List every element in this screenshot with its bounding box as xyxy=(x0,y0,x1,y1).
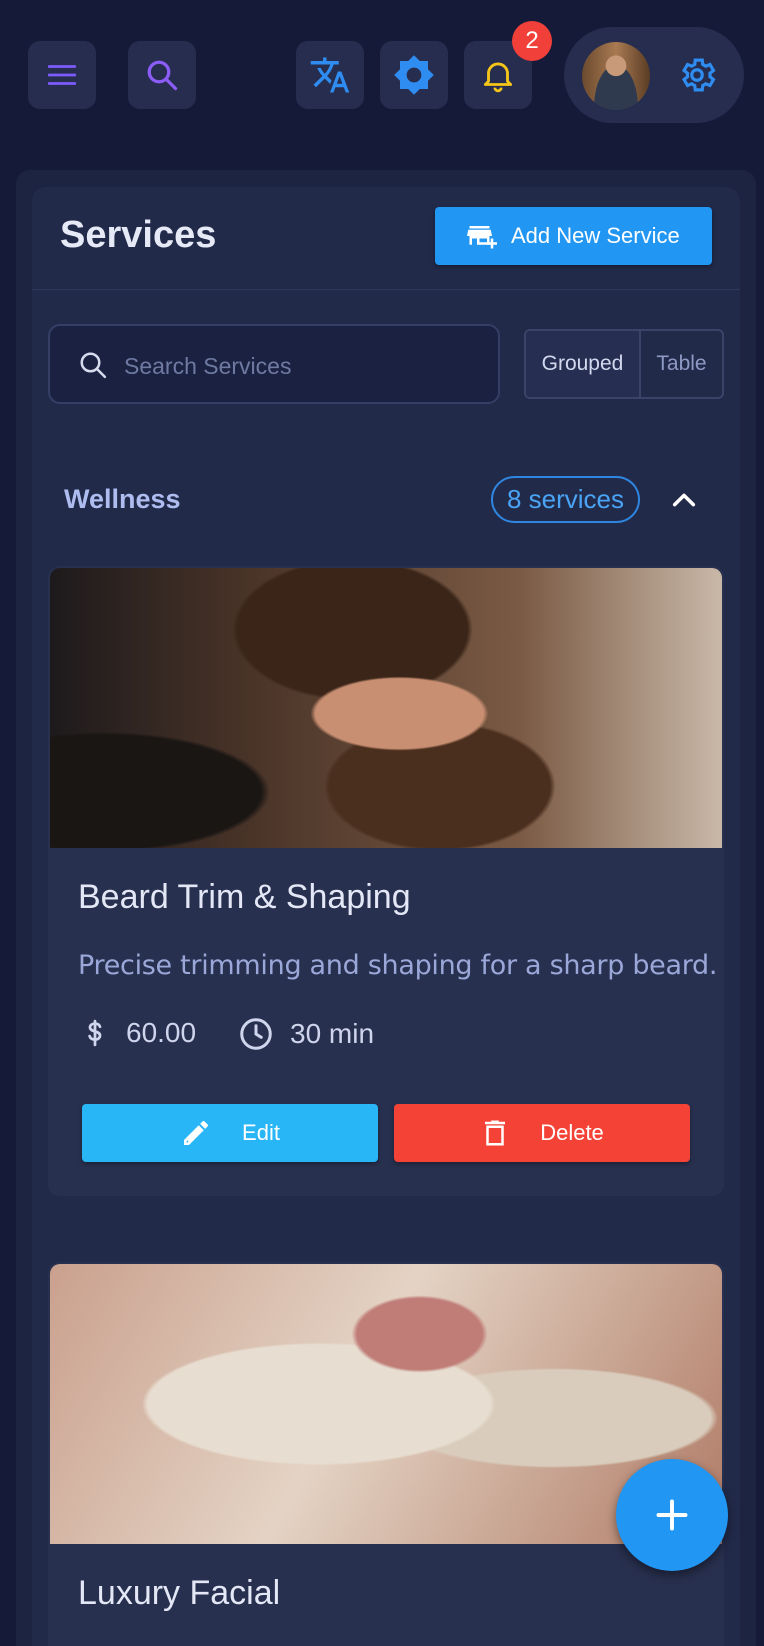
service-duration-value: 30 min xyxy=(290,1018,375,1049)
service-price-value: 60.00 xyxy=(126,1017,197,1048)
menu-icon xyxy=(47,65,77,85)
notification-count-badge: 2 xyxy=(512,21,552,61)
clock-icon xyxy=(240,1018,272,1050)
search-button[interactable] xyxy=(128,41,196,109)
service-image xyxy=(50,568,722,848)
category-title: Wellness xyxy=(64,484,181,514)
add-new-service-label: Add New Service xyxy=(511,223,680,248)
settings-button[interactable] xyxy=(670,48,724,102)
brightness-icon xyxy=(394,55,434,95)
delete-label: Delete xyxy=(540,1120,604,1145)
search-services-field[interactable] xyxy=(48,324,500,404)
search-icon xyxy=(80,352,107,379)
service-card: Beard Trim & Shaping Precise trimming an… xyxy=(48,566,724,1196)
header-divider xyxy=(32,289,740,290)
service-card: Luxury Facial xyxy=(48,1262,724,1646)
add-new-service-button[interactable]: Add New Service xyxy=(435,207,712,265)
chevron-up-icon xyxy=(672,493,696,507)
service-price: 60.00 xyxy=(80,1016,196,1050)
search-icon xyxy=(147,60,178,91)
translate-button[interactable] xyxy=(296,41,364,109)
pencil-icon xyxy=(184,1120,209,1145)
theme-toggle-button[interactable] xyxy=(380,41,448,109)
delete-service-button[interactable]: Delete xyxy=(394,1104,690,1162)
edit-service-button[interactable]: Edit xyxy=(82,1104,378,1162)
menu-button[interactable] xyxy=(28,41,96,109)
edit-label: Edit xyxy=(242,1120,280,1145)
gear-icon xyxy=(682,58,716,92)
page-title: Services xyxy=(60,214,217,256)
add-service-fab[interactable] xyxy=(616,1459,728,1571)
translate-icon xyxy=(310,57,350,93)
top-bar: 2 xyxy=(0,0,764,150)
add-store-icon xyxy=(467,226,497,249)
service-count-badge: 8 services xyxy=(491,476,640,523)
avatar[interactable] xyxy=(582,42,650,110)
service-name: Beard Trim & Shaping xyxy=(78,878,411,916)
view-option-grouped[interactable]: Grouped xyxy=(526,331,641,397)
collapse-category-button[interactable] xyxy=(666,482,702,518)
service-duration: 30 min xyxy=(238,1016,374,1052)
service-name: Luxury Facial xyxy=(78,1574,281,1612)
search-services-input[interactable] xyxy=(124,348,464,384)
view-toggle: Grouped Table xyxy=(524,329,724,399)
dollar-icon xyxy=(88,1019,102,1047)
view-option-table[interactable]: Table xyxy=(641,331,722,397)
trash-icon xyxy=(485,1120,506,1146)
service-description: Precise trimming and shaping for a sharp… xyxy=(78,950,718,981)
plus-icon xyxy=(656,1499,688,1531)
bell-icon xyxy=(483,62,513,93)
